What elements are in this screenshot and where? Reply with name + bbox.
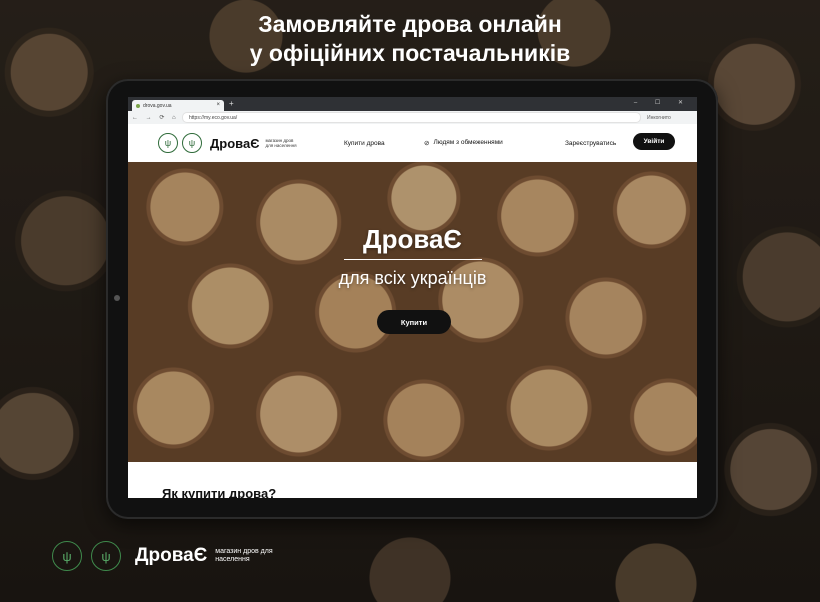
- headline-line-1: Замовляйте дрова онлайн: [258, 11, 562, 37]
- url-text: https://my.eco.gov.ua/: [189, 114, 238, 121]
- trident-emblem-icon: ψ: [52, 541, 82, 571]
- trident-leaf-emblem-icon: ψ: [182, 133, 202, 153]
- url-field[interactable]: https://my.eco.gov.ua/: [182, 112, 641, 123]
- tab-title: drova.gov.ua: [143, 102, 172, 109]
- close-tab-icon[interactable]: ×: [216, 102, 220, 108]
- browser-nav-icons[interactable]: ← → ⟳ ⌂: [128, 114, 182, 121]
- nav-accessibility-label: Людям з обмеженнями: [433, 139, 503, 146]
- browser-tab[interactable]: drova.gov.ua ×: [132, 100, 224, 111]
- site-header: ψ ψ ДроваЄ магазин дров для населення Ку…: [128, 124, 697, 163]
- window-controls[interactable]: – ☐ ✕: [634, 99, 691, 106]
- headline-line-2: у офіційних постачальників: [249, 40, 571, 66]
- profile-chip[interactable]: Инкогнито: [641, 115, 697, 121]
- promo-headline: Замовляйте дрова онлайн у офіційних пост…: [0, 10, 820, 68]
- hero-divider: [344, 259, 482, 260]
- accessibility-eye-icon: ⊘: [424, 140, 430, 147]
- address-bar-row: ← → ⟳ ⌂ https://my.eco.gov.ua/ Инкогнито: [128, 111, 697, 124]
- login-button[interactable]: Увійти: [633, 133, 675, 150]
- favicon-icon: [136, 103, 140, 108]
- tablet-device: drova.gov.ua × + – ☐ ✕ ← → ⟳ ⌂ https://m…: [106, 79, 718, 519]
- nav-register[interactable]: Зареєструватись: [565, 140, 616, 147]
- hero-title: ДроваЄ: [363, 224, 462, 254]
- site-tagline: магазин дров для населення: [265, 138, 297, 148]
- tablet-screen: drova.gov.ua × + – ☐ ✕ ← → ⟳ ⌂ https://m…: [128, 97, 697, 498]
- new-tab-icon[interactable]: +: [229, 99, 234, 108]
- footer-brand-name: ДроваЄ: [135, 545, 208, 566]
- profile-label: Инкогнито: [647, 114, 671, 121]
- browser-tab-bar: drova.gov.ua × + – ☐ ✕: [128, 97, 697, 111]
- buy-button[interactable]: Купити: [377, 310, 451, 334]
- footer-brand: ψ ψ ДроваЄ магазин дров для населення: [52, 541, 275, 571]
- site-brand[interactable]: ДроваЄ: [210, 136, 259, 151]
- footer-tagline: магазин дров для населення: [215, 548, 273, 563]
- nav-buy-wood[interactable]: Купити дрова: [344, 140, 385, 147]
- trident-leaf-emblem-icon: ψ: [91, 541, 121, 571]
- nav-accessibility[interactable]: ⊘ Людям з обмеженнями: [424, 139, 503, 147]
- hero-banner: ДроваЄ для всіх українців Купити: [128, 162, 697, 462]
- how-to-buy-heading: Як купити дрова?: [162, 486, 277, 498]
- camera-dot: [114, 295, 120, 301]
- hero-subtitle: для всіх українців: [338, 268, 487, 288]
- trident-emblem-icon: ψ: [158, 133, 178, 153]
